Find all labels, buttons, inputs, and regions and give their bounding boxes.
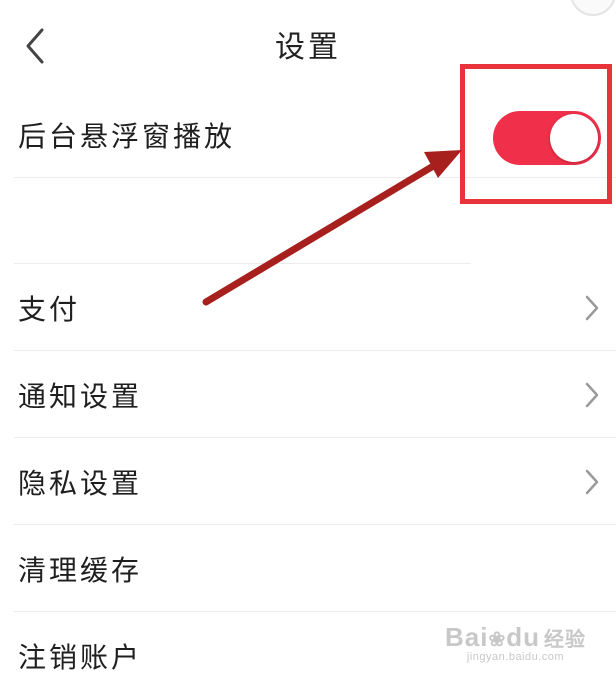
corner-decoration (570, 0, 616, 16)
paw-icon: ❀ (488, 629, 507, 651)
divider (14, 611, 616, 612)
setting-row-payment[interactable]: 支付 (0, 265, 616, 351)
highlight-box (460, 64, 612, 204)
setting-row-notification[interactable]: 通知设置 (0, 352, 616, 438)
divider (14, 350, 616, 351)
setting-label: 注销账户 (18, 641, 143, 674)
baidu-watermark: Bai❀du 经验 jingyan.baidu.com (445, 622, 586, 663)
divider (14, 524, 616, 525)
chevron-right-icon (585, 469, 599, 495)
setting-label: 支付 (18, 293, 81, 326)
setting-label: 通知设置 (18, 380, 143, 413)
chevron-right-icon (585, 382, 599, 408)
chevron-right-icon (585, 295, 599, 321)
setting-label: 清理缓存 (18, 554, 143, 587)
divider (14, 263, 471, 264)
setting-label: 后台悬浮窗播放 (18, 120, 236, 153)
setting-label: 隐私设置 (18, 467, 143, 500)
divider (14, 437, 616, 438)
page-title: 设置 (275, 30, 341, 65)
setting-row-privacy[interactable]: 隐私设置 (0, 439, 616, 525)
setting-row-clear-cache[interactable]: 清理缓存 (0, 526, 616, 612)
watermark-logo: Bai❀du 经验 (445, 622, 586, 652)
